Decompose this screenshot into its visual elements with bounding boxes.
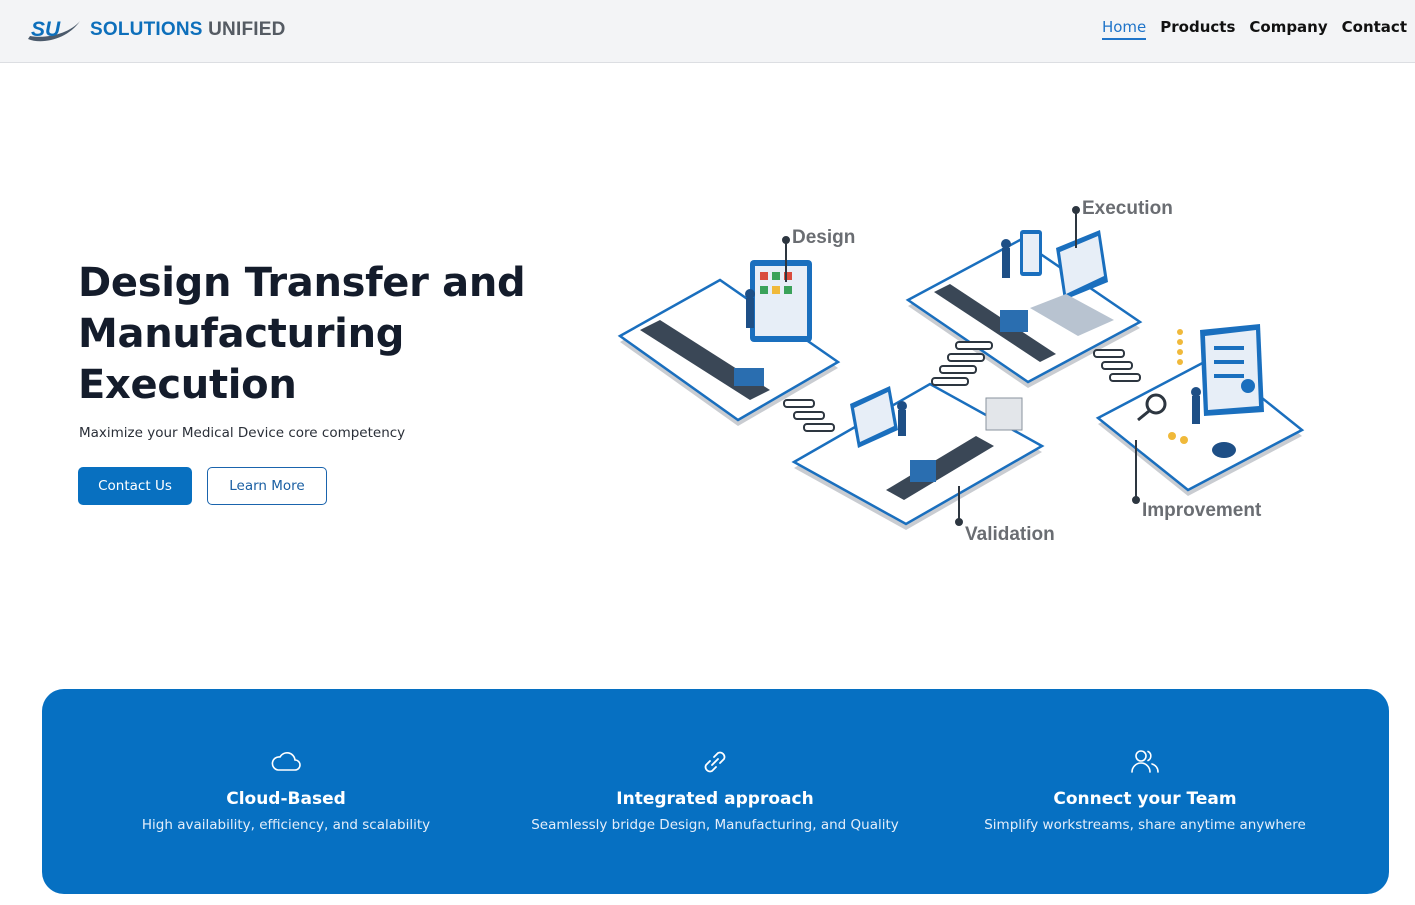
feature-description: High availability, efficiency, and scala…: [141, 817, 431, 833]
process-illustration: Design Execution Validation Improvement: [617, 198, 1305, 545]
cloud-icon: [271, 752, 301, 771]
improvement-label: Improvement: [1142, 500, 1262, 521]
learn-more-button[interactable]: Learn More: [207, 467, 327, 505]
nav-products-link[interactable]: Products: [1160, 18, 1235, 40]
feature-title: Connect your Team: [1053, 789, 1237, 809]
feature-title: Cloud-Based: [226, 789, 346, 809]
feature-integrated-approach: Integrated approach Seamlessly bridge De…: [505, 745, 925, 833]
feature-description: Seamlessly bridge Design, Manufacturing,…: [531, 817, 899, 833]
brand-name-part1: SOLUTIONS: [90, 19, 203, 40]
logo-mark-icon: SU: [28, 18, 80, 42]
brand-name-part2: UNIFIED: [208, 19, 286, 40]
execution-label: Execution: [1082, 198, 1173, 219]
validation-platform: [791, 382, 1045, 530]
brand-logo[interactable]: SU SOLUTIONS UNIFIED: [24, 15, 286, 45]
feature-connect-team: Connect your Team Simplify workstreams, …: [935, 745, 1355, 833]
features-band: Cloud-Based High availability, efficienc…: [42, 689, 1389, 894]
brand-name: SOLUTIONS UNIFIED: [90, 19, 286, 41]
hero-title: Design Transfer and Manufacturing Execut…: [78, 260, 526, 408]
feature-cloud-based: Cloud-Based High availability, efficienc…: [76, 745, 496, 833]
users-icon: [1131, 750, 1159, 773]
contact-us-button[interactable]: Contact Us: [78, 467, 192, 505]
improvement-platform: [1095, 324, 1305, 496]
nav-home-link[interactable]: Home: [1101, 18, 1147, 40]
navbar: SU SOLUTIONS UNIFIED Home Products Compa…: [0, 0, 1415, 63]
nav-contact-link[interactable]: Contact: [1342, 18, 1407, 40]
hero-subtitle: Maximize your Medical Device core compet…: [79, 425, 406, 441]
feature-description: Simplify workstreams, share anytime anyw…: [984, 817, 1306, 833]
feature-title: Integrated approach: [616, 789, 814, 809]
nav-company-link[interactable]: Company: [1249, 18, 1327, 40]
svg-text:SU: SU: [31, 18, 61, 41]
main-nav: Home Products Company Contact: [1101, 18, 1407, 40]
validation-label: Validation: [965, 524, 1055, 545]
design-label: Design: [792, 227, 855, 248]
link-icon: [704, 751, 726, 773]
